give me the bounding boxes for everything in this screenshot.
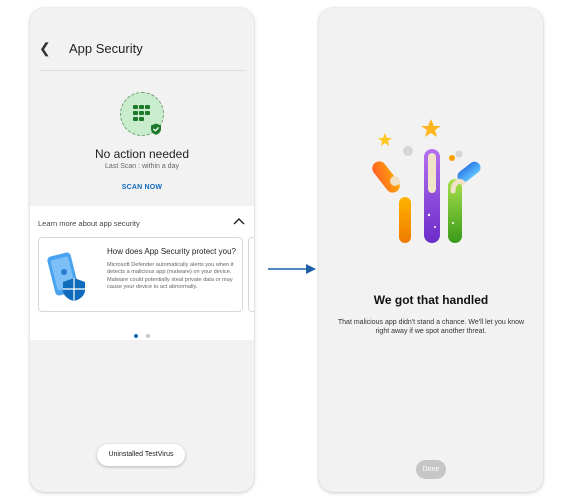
arrow-right-icon (268, 264, 316, 274)
learn-more-label: Learn more about app security (38, 219, 140, 228)
celebration-illustration-icon (372, 119, 481, 243)
done-button[interactable]: Done (416, 460, 446, 479)
status-title: No action needed (94, 147, 190, 161)
info-card[interactable]: How does App Security protect you? Micro… (38, 237, 243, 312)
chevron-up-icon[interactable] (232, 215, 246, 227)
card-title: How does App Security protect you? (107, 247, 236, 256)
divider (39, 70, 245, 71)
page-title: App Security (69, 41, 143, 56)
uninstall-toast: Uninstalled TestVirus (97, 444, 185, 466)
next-card[interactable] (248, 237, 254, 312)
shield-check-icon (151, 123, 161, 135)
page-dot-active[interactable] (134, 334, 138, 338)
app-grid-shield-icon (120, 92, 164, 136)
card-body: Microsoft Defender automatically alerts … (107, 262, 234, 291)
success-screen: We got that handled That malicious app d… (319, 8, 543, 492)
scan-now-button[interactable]: SCAN NOW (30, 184, 254, 191)
learn-more-panel: Learn more about app security How does A… (30, 206, 254, 340)
page-dot[interactable] (146, 334, 150, 338)
back-icon[interactable]: ❮ (39, 40, 51, 57)
page-indicator (30, 325, 254, 343)
last-scan-text: Last Scan : within a day (105, 163, 179, 170)
phone-shield-illustration-icon (47, 252, 85, 301)
app-security-screen: ❮ App Security No action needed Last Sca… (30, 8, 254, 492)
success-headline: We got that handled (373, 293, 489, 307)
success-description: That malicious app didn't stand a chance… (337, 319, 525, 335)
app-bar: ❮ App Security (30, 38, 254, 66)
